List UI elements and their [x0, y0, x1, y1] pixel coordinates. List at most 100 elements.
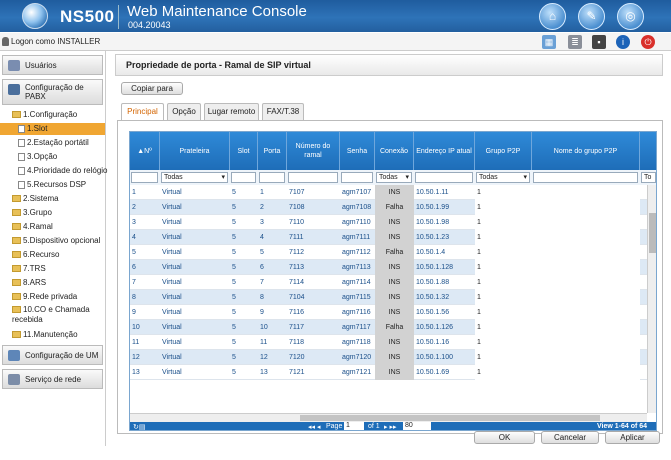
column-header[interactable]: Endereço IP atual	[414, 132, 475, 170]
tab-opcao[interactable]: Opção	[167, 103, 201, 120]
tree-item-label: 5.Dispositivo opcional	[23, 236, 101, 245]
page-icon	[18, 180, 25, 189]
sidebar-section-label: Configuração de UM	[25, 351, 99, 360]
tree-item-label: 4.Prioridade do relógio	[27, 166, 108, 175]
filter-select[interactable]: Todas ▾	[476, 172, 530, 183]
tree-item-ars[interactable]: 8.ARS	[0, 277, 105, 289]
column-header[interactable]: Senha	[340, 132, 375, 170]
tree-item-slot[interactable]: 1.Slot	[0, 123, 105, 135]
tree-item-opcao[interactable]: 3.Opção	[0, 151, 105, 163]
tab-fax-t38[interactable]: FAX/T.38	[262, 103, 304, 120]
horizontal-scrollbar[interactable]	[130, 413, 647, 422]
tree-item-recurso[interactable]: 6.Recurso	[0, 249, 105, 261]
table-row[interactable]: 10 Virtual 5 10 7117 agm7117 Falha 10.50.1.126 1	[130, 320, 647, 335]
apply-button[interactable]: Aplicar	[605, 431, 660, 444]
tree-item-configuracao[interactable]: 1.Configuração	[0, 109, 105, 121]
table-cell: 7118	[289, 339, 305, 346]
calendar-icon[interactable]: ▦	[542, 35, 556, 49]
tree-item-trs[interactable]: 7.TRS	[0, 263, 105, 275]
tree-item-recursos-dsp[interactable]: 5.Recursos DSP	[0, 179, 105, 191]
table-row[interactable]: 4 Virtual 5 4 7111 agm7111 INS 10.50.1.23 1	[130, 230, 647, 245]
tree-item-estacao-portatil[interactable]: 2.Estação portátil	[0, 137, 105, 149]
sidebar-section-users[interactable]: Usuários	[2, 55, 103, 75]
cancel-button[interactable]: Cancelar	[541, 431, 599, 444]
table-cell: 1	[475, 215, 532, 230]
tree-item-grupo[interactable]: 3.Grupo	[0, 207, 105, 219]
table-cell: 7112	[289, 249, 305, 256]
table-row[interactable]: 2 Virtual 5 2 7108 agm7108 Falha 10.50.1.99 1	[130, 200, 647, 215]
filter-field[interactable]	[259, 172, 285, 183]
sidebar-section-um[interactable]: Configuração de UM	[2, 345, 103, 365]
chevron-down-icon: ▾	[523, 174, 527, 181]
column-header[interactable]: Conexão	[375, 132, 414, 170]
table-cell: 3	[260, 219, 264, 226]
table-row[interactable]: 6 Virtual 5 6 7113 agm7113 INS 10.50.1.128 1	[130, 260, 647, 275]
column-header[interactable]: Grupo P2P	[475, 132, 532, 170]
table-cell: agm7111	[342, 234, 371, 241]
tools-icon[interactable]: ✎	[578, 3, 605, 30]
table-cell: 1	[260, 189, 264, 196]
copy-to-button[interactable]: Copiar para	[121, 82, 183, 95]
table-row[interactable]: 9 Virtual 5 9 7116 agm7116 INS 10.50.1.56 1	[130, 305, 647, 320]
save-icon[interactable]: ▪	[592, 35, 606, 49]
tree-item-co-chamada[interactable]: 10.CO e Chamada recebida	[0, 305, 105, 327]
filter-field[interactable]	[231, 172, 256, 183]
globe-icon[interactable]: ◎	[617, 3, 644, 30]
table-cell: INS	[375, 350, 414, 365]
tree-item-sistema[interactable]: 2.Sistema	[0, 193, 105, 205]
filter-field[interactable]	[533, 172, 638, 183]
per-page-select[interactable]: 80	[403, 422, 431, 430]
table-cell: Virtual	[162, 219, 182, 226]
next-page-icon[interactable]: ▸ ▸▸	[384, 423, 397, 430]
table-row[interactable]: 3 Virtual 5 3 7110 agm7110 INS 10.50.1.98 1	[130, 215, 647, 230]
tree-item-dispositivo-opcional[interactable]: 5.Dispositivo opcional	[0, 235, 105, 247]
table-row[interactable]: 5 Virtual 5 5 7112 agm7112 Falha 10.50.1.4 1	[130, 245, 647, 260]
network-icon[interactable]: ≣	[568, 35, 582, 49]
table-row[interactable]: 11 Virtual 5 11 7118 agm7118 INS 10.50.1.16 1	[130, 335, 647, 350]
filter-select[interactable]: Todas ▾	[376, 172, 412, 183]
sidebar-section-pbx[interactable]: Configuração de PABX	[2, 79, 103, 105]
power-icon[interactable]: ⏻	[641, 35, 655, 49]
scroll-thumb[interactable]	[649, 213, 656, 253]
tree-item-manutencao[interactable]: 11.Manutenção	[0, 329, 105, 341]
tree-item-ramal[interactable]: 4.Ramal	[0, 221, 105, 233]
table-cell: agm7120	[342, 354, 372, 361]
filter-field[interactable]	[341, 172, 373, 183]
refresh-icon[interactable]: ↻▤	[133, 423, 145, 430]
table-cell: 10.50.1.69	[416, 369, 450, 376]
view-count: View 1-64 of 64	[597, 423, 648, 430]
column-header[interactable]: Slot	[230, 132, 258, 170]
column-header[interactable]: ▲ Nº	[130, 132, 160, 170]
table-row[interactable]: 8 Virtual 5 8 7104 agm7115 INS 10.50.1.32 1	[130, 290, 647, 305]
column-header[interactable]: Porta	[258, 132, 287, 170]
table-row[interactable]: 7 Virtual 5 7 7114 agm7114 INS 10.50.1.88 1	[130, 275, 647, 290]
table-row[interactable]: 1 Virtual 5 1 7107 agm7107 INS 10.50.1.11 1	[130, 185, 647, 200]
prev-page-icon[interactable]: ◂◂ ◂	[308, 423, 321, 430]
tab-principal[interactable]: Principal	[121, 103, 164, 121]
column-header[interactable]: Prateleira	[160, 132, 230, 170]
filter-field[interactable]	[415, 172, 473, 183]
column-header[interactable]: Nome do grupo P2P	[532, 132, 640, 170]
sidebar-section-network-service[interactable]: Serviço de rede	[2, 369, 103, 389]
page-input[interactable]: 1	[344, 422, 364, 430]
tab-lugar-remoto[interactable]: Lugar remoto	[204, 103, 259, 120]
filter-field[interactable]: To	[641, 172, 656, 183]
table-row[interactable]: 12 Virtual 5 12 7120 agm7120 INS 10.50.1.100 1	[130, 350, 647, 365]
filter-field[interactable]	[288, 172, 338, 183]
table-cell	[532, 230, 640, 245]
ok-button[interactable]: OK	[474, 431, 535, 444]
column-header[interactable]: Número do ramal	[287, 132, 340, 170]
sort-ascending-icon[interactable]: ▲	[137, 147, 144, 156]
table-cell: 10.50.1.4	[416, 249, 446, 256]
table-row[interactable]: 13 Virtual 5 13 7121 agm7121 INS 10.50.1.69 1	[130, 365, 647, 380]
filter-select[interactable]: Todas ▾	[161, 172, 228, 183]
info-icon[interactable]: i	[616, 35, 630, 49]
tree-item-rede-privada[interactable]: 9.Rede privada	[0, 291, 105, 303]
vertical-scrollbar[interactable]	[647, 185, 656, 413]
scroll-thumb[interactable]	[300, 415, 600, 421]
filter-field[interactable]	[131, 172, 158, 183]
table-cell	[532, 350, 640, 365]
table-cell	[532, 215, 640, 230]
tree-item-prioridade-relogio[interactable]: 4.Prioridade do relógio	[0, 165, 108, 177]
home-icon[interactable]: ⌂	[539, 3, 566, 30]
